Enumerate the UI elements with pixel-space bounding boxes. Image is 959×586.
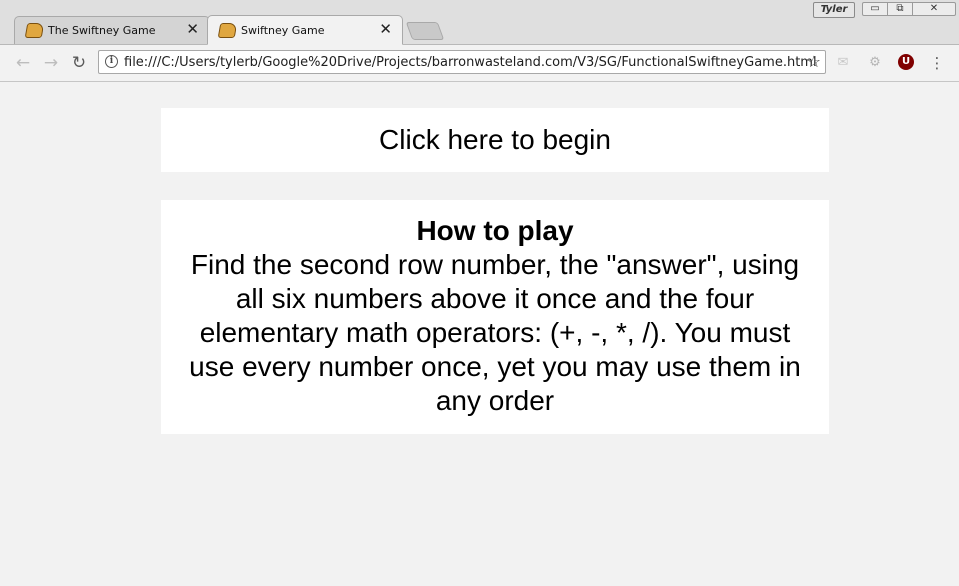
mail-extension-icon[interactable]: ✉ <box>834 54 852 72</box>
maximize-icon[interactable]: ⧉ <box>887 2 913 16</box>
bookmark-star-icon[interactable]: ☆ <box>807 52 821 71</box>
window-close-icon[interactable]: ✕ <box>912 2 956 16</box>
cheese-icon <box>217 23 238 38</box>
browser-toolbar: ← → ↻ i file:///C:/Users/tylerb/Google%2… <box>0 45 959 82</box>
info-icon[interactable]: i <box>105 55 118 68</box>
forward-arrow-icon[interactable]: → <box>40 52 62 74</box>
extension-icon[interactable]: ⚙ <box>866 54 884 72</box>
back-arrow-icon[interactable]: ← <box>12 52 34 74</box>
new-tab-button[interactable] <box>405 22 445 40</box>
ublock-icon[interactable]: U <box>898 54 914 70</box>
cheese-icon <box>24 23 45 38</box>
address-bar[interactable]: i file:///C:/Users/tylerb/Google%20Drive… <box>98 50 826 74</box>
profile-button[interactable]: Tyler <box>813 2 855 18</box>
tab-close-icon[interactable]: ✕ <box>186 20 199 38</box>
minimize-icon[interactable]: ▭ <box>862 2 888 16</box>
page-content: Click here to begin How to play Find the… <box>0 82 959 586</box>
reload-icon[interactable]: ↻ <box>68 52 90 74</box>
tab-title: Swiftney Game <box>241 24 325 37</box>
tab-the-swiftney-game[interactable]: The Swiftney Game ✕ <box>14 16 210 44</box>
how-to-play-text: Find the second row number, the "answer"… <box>189 249 801 416</box>
tab-close-icon[interactable]: ✕ <box>379 20 392 38</box>
browser-menu-icon[interactable]: ⋮ <box>928 54 946 72</box>
title-bar: The Swiftney Game ✕ Swiftney Game ✕ Tyle… <box>0 0 959 45</box>
tab-swiftney-game[interactable]: Swiftney Game ✕ <box>207 15 403 45</box>
tab-title: The Swiftney Game <box>48 24 156 37</box>
how-to-play-panel: How to play Find the second row number, … <box>161 200 829 434</box>
url-text[interactable]: file:///C:/Users/tylerb/Google%20Drive/P… <box>124 55 817 70</box>
how-to-play-title: How to play <box>416 215 574 246</box>
begin-button[interactable]: Click here to begin <box>161 108 829 172</box>
